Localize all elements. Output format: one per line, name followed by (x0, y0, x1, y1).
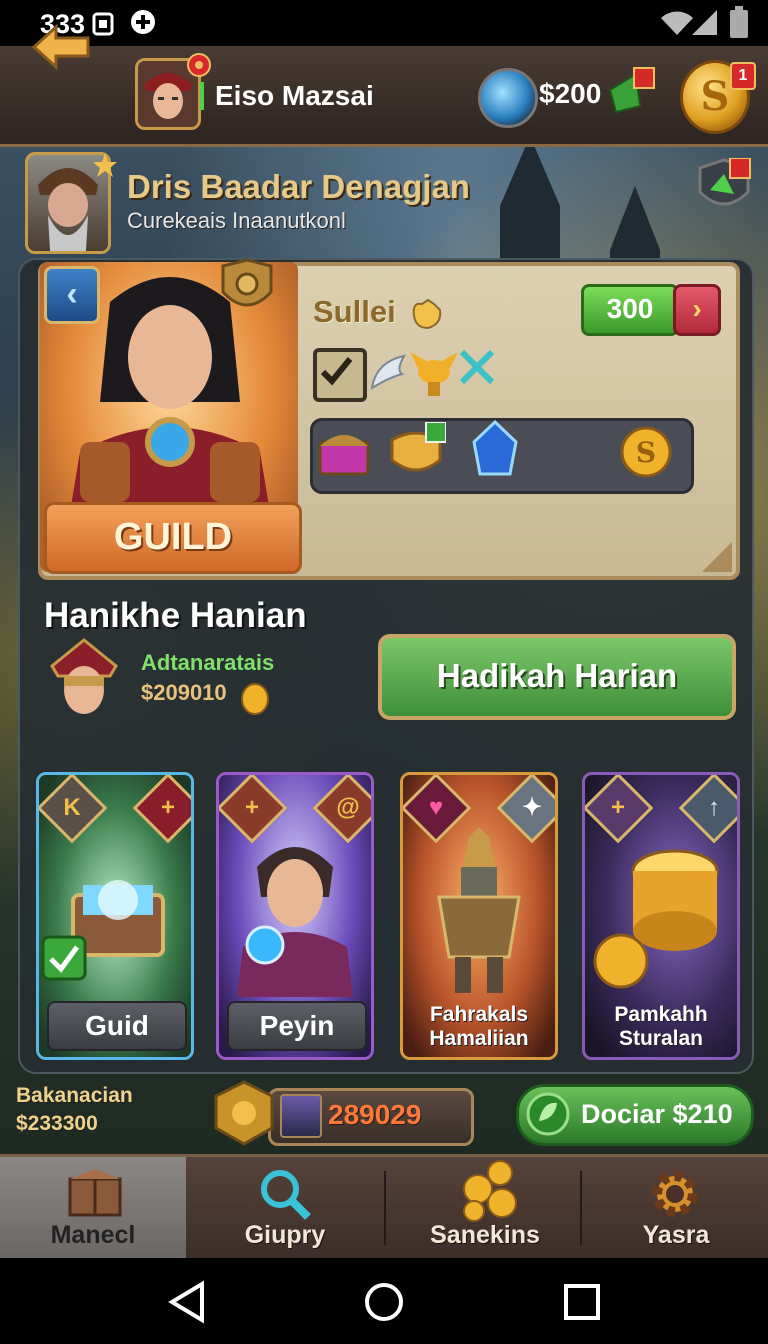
score-value: 289029 (328, 1099, 422, 1130)
card-treasure-label-line2: Sturalan (618, 1027, 704, 1050)
system-navigation-bar (0, 1258, 768, 1344)
back-arrow-icon[interactable] (30, 22, 92, 72)
wifi-icon (661, 11, 693, 35)
card-hero[interactable]: ♥ ✦ Fahrakals Hamaliian (400, 772, 558, 1060)
tab-coins-label: Sanekins (430, 1221, 540, 1249)
daily-coin-icon (241, 683, 269, 715)
card-treasure[interactable]: + ↑ Pamkahh Sturalan (582, 772, 740, 1060)
leaf-coin-icon (526, 1092, 570, 1136)
card-guild[interactable]: K + Guid (36, 772, 194, 1060)
tab-search[interactable]: Giupry (190, 1157, 380, 1261)
tab-coins[interactable]: Sanekins (390, 1157, 580, 1261)
golden-bird-icon (410, 352, 458, 396)
donate-button-label: Dociar $210 (581, 1099, 733, 1129)
armored-knight-icon (437, 827, 521, 993)
online-indicator (200, 82, 204, 110)
daily-amount: $209010 (141, 680, 227, 705)
leaf-badge-icon[interactable] (606, 66, 656, 116)
gear-icon (652, 1171, 698, 1217)
card-peyin[interactable]: + @ Peyin (216, 772, 374, 1060)
guild-emblem-icon (214, 1080, 274, 1146)
hand-wave-icon (412, 298, 442, 330)
blue-crystal-icon[interactable] (470, 420, 520, 480)
next-arrow-button[interactable]: › (673, 284, 721, 336)
status-bar: 333 (0, 0, 768, 46)
shield-reward-icon[interactable] (388, 422, 446, 480)
count-button[interactable]: 300 (581, 284, 679, 336)
mage-hero-icon (237, 847, 353, 997)
crossed-swords-icon (459, 349, 495, 385)
previous-guild-button[interactable]: ‹ (44, 266, 100, 324)
card-hero-label-line2: Hamaliian (429, 1027, 529, 1050)
treasury-label: Bakanacian (16, 1084, 133, 1107)
donate-button[interactable]: Dociar $210 (516, 1084, 754, 1146)
treasury-amount: $233300 (16, 1112, 98, 1135)
tab-manage[interactable]: Manecl (0, 1157, 186, 1261)
add-circle-icon (131, 10, 155, 34)
daily-title: Hanikhe Hanian (44, 596, 307, 635)
recents-square-icon[interactable] (558, 1278, 606, 1326)
signal-icon (692, 10, 717, 35)
currency-amount: $200 (539, 78, 602, 109)
search-icon (261, 1170, 311, 1220)
checkmark-icon (320, 357, 353, 386)
leader-star-icon (93, 153, 117, 177)
card-peyin-label: Peyin (227, 1001, 367, 1051)
corner-ornament (702, 542, 732, 572)
gem-currency-icon[interactable] (478, 68, 538, 128)
leaf-shield-icon[interactable] (696, 158, 752, 218)
nav-divider (580, 1171, 582, 1245)
rank-star-icon (187, 53, 211, 77)
gold-coin-stack-icon (593, 849, 719, 989)
leader-subtitle: Curekeais Inaanutkonl (127, 208, 346, 233)
card-guild-label: Guid (47, 1001, 187, 1051)
notification-badge: 1 (730, 62, 756, 90)
claim-daily-button[interactable]: Hadikah Harian (378, 634, 736, 720)
svg-text:S: S (636, 436, 656, 469)
home-circle-icon[interactable] (360, 1278, 408, 1326)
guild-checkbox[interactable] (313, 348, 367, 402)
tab-settings-label: Yasra (642, 1221, 710, 1249)
coins-icon (463, 1160, 517, 1222)
battery-icon (730, 6, 748, 38)
chest-icon[interactable] (316, 424, 372, 480)
tab-settings[interactable]: Yasra (584, 1157, 768, 1261)
gear-badge-icon[interactable] (219, 258, 275, 318)
leader-title: Dris Baadar Denagjan (127, 168, 470, 205)
guild-button[interactable]: GUILD (44, 502, 302, 574)
gold-coin-icon[interactable]: S (618, 424, 674, 480)
daily-subtitle: Adtanaratais (141, 650, 275, 675)
score-avatar (280, 1094, 322, 1138)
guild-card-label: Sullei (313, 294, 396, 329)
sim-card-icon (92, 12, 114, 36)
nav-divider (384, 1171, 386, 1245)
card-treasure-label-line1: Pamkahh (614, 1003, 708, 1026)
card-hero-label-line1: Fahrakals (429, 1003, 529, 1026)
back-triangle-icon[interactable] (164, 1278, 212, 1326)
green-check-icon (41, 935, 87, 981)
daily-avatar-icon (50, 638, 118, 714)
wing-icon (370, 354, 406, 391)
crate-icon (68, 1169, 122, 1217)
bottom-nav: Manecl Giupry Sanekins Yasra (0, 1154, 768, 1261)
tab-search-label: Giupry (244, 1221, 326, 1249)
player-name: Eiso Mazsai (215, 80, 374, 111)
tab-manage-label: Manecl (50, 1221, 136, 1249)
